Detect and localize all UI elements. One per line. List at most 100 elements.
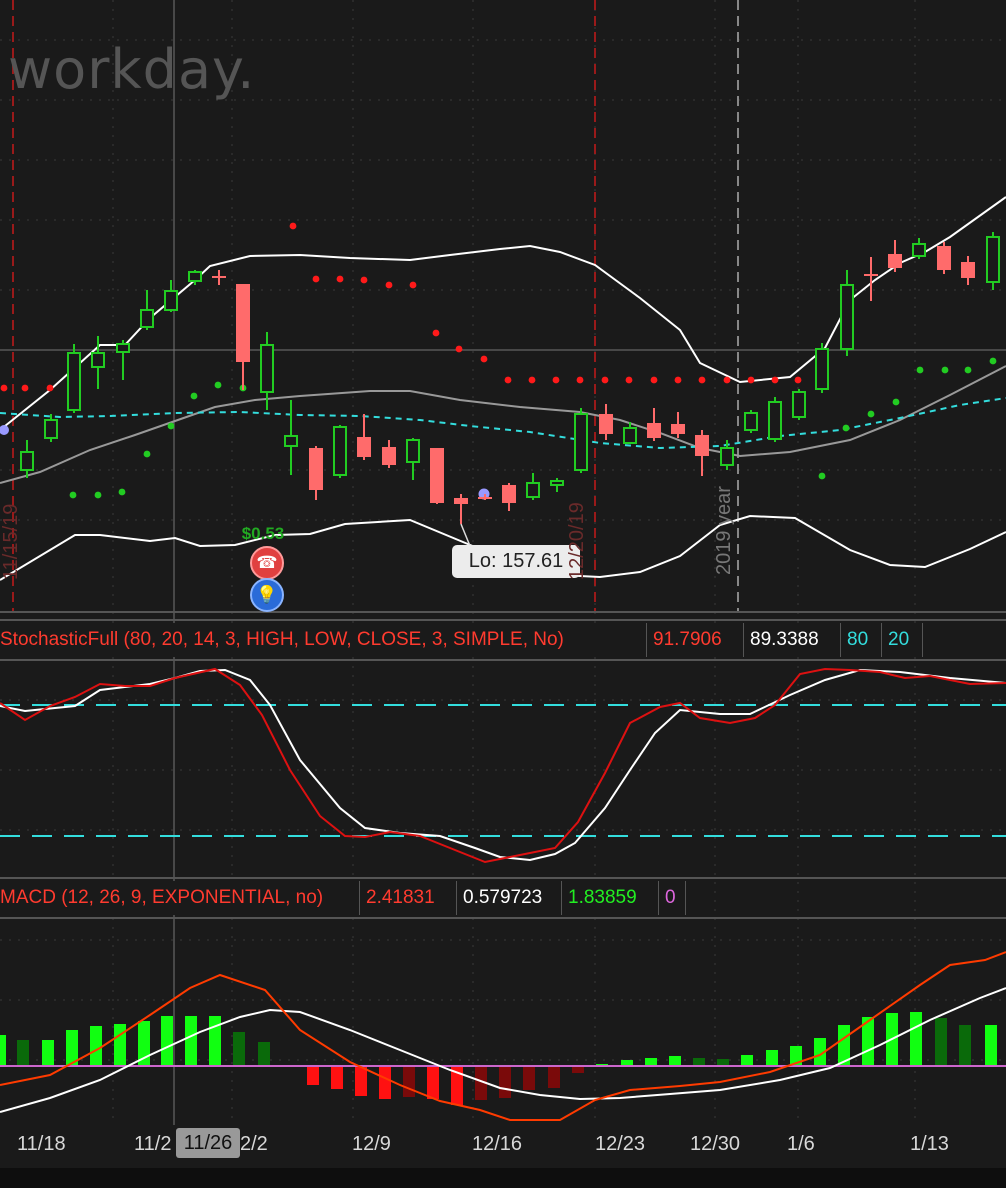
x-label-8: 1/6 (787, 1133, 815, 1155)
sar-dot-red (0, 384, 8, 392)
sar-dot-green (190, 392, 198, 400)
macd-histogram-bar-positive (258, 1042, 270, 1066)
year-divider-label: 2019 year (713, 486, 735, 575)
candle-body-up (20, 451, 34, 471)
macd-histogram-bar-negative (548, 1066, 560, 1088)
x-label-2: 11/2 (134, 1133, 172, 1155)
sar-dot-green (167, 422, 175, 430)
stochastic-study-name[interactable]: StochasticFull (80, 20, 14, 3, HIGH, LOW… (0, 623, 647, 657)
macd-histogram-bar-positive (17, 1040, 29, 1066)
stochastic-header[interactable]: StochasticFull (80, 20, 14, 3, HIGH, LOW… (0, 623, 923, 657)
sar-dot-green (867, 410, 875, 418)
macd-histogram-bar-positive (90, 1026, 102, 1066)
candle-body-up (333, 426, 347, 476)
candle-body-up (116, 343, 130, 353)
macd-histogram-bar-negative (572, 1066, 584, 1073)
macd-histogram-bar-negative (427, 1066, 439, 1099)
macd-header[interactable]: MACD (12, 26, 9, EXPONENTIAL, no) 2.4183… (0, 881, 686, 915)
chart-canvas[interactable] (0, 0, 1006, 1188)
macd-study-name[interactable]: MACD (12, 26, 9, EXPONENTIAL, no) (0, 881, 360, 915)
sar-dot-green (94, 491, 102, 499)
sar-dot-red (625, 376, 633, 384)
macd-histogram-bar-positive (42, 1040, 54, 1066)
candle-body-up (284, 435, 298, 447)
macd-histogram-bar-positive (114, 1024, 126, 1066)
bottom-strip (0, 1168, 1006, 1188)
macd-histogram-bar-negative (307, 1066, 319, 1085)
lightbulb-icon[interactable]: 💡 (250, 578, 284, 612)
macd-histogram-bar-positive (645, 1058, 657, 1066)
sar-dot-red (723, 376, 731, 384)
sar-dot-green (916, 366, 924, 374)
sar-dot-red (360, 276, 368, 284)
sar-dot-green (842, 424, 850, 432)
sar-dot-red (21, 384, 29, 392)
sar-dot-green (989, 357, 997, 365)
macd-histogram-bar-positive (0, 1035, 6, 1066)
sar-dot-red (409, 281, 417, 289)
macd-histogram-bar-positive (185, 1016, 197, 1066)
stochastic-value-oversold: 20 (882, 623, 923, 657)
candle-body-down (430, 448, 444, 503)
candle-body-up (720, 447, 734, 466)
candle-body-up (744, 412, 758, 431)
candle-body-up (164, 290, 178, 311)
macd-histogram-bar-positive (717, 1059, 729, 1066)
candle-body-up (260, 344, 274, 393)
candle-body-up (986, 236, 1000, 283)
sar-dot-green (892, 398, 900, 406)
candle-body-down (961, 262, 975, 278)
candle-body-up (840, 284, 854, 350)
candle-body-up (815, 348, 829, 390)
x-label-3: 2/2 (240, 1133, 268, 1155)
phone-icon[interactable]: ☎ (250, 546, 284, 580)
macd-zero: 0 (659, 881, 686, 915)
x-label-6: 12/23 (595, 1133, 646, 1155)
sar-dot-red (385, 281, 393, 289)
macd-histogram-bar-positive (910, 1012, 922, 1066)
sar-dot-red (650, 376, 658, 384)
macd-histogram-bar-negative (403, 1066, 415, 1097)
macd-histogram-bar-positive (233, 1032, 245, 1066)
macd-diff: 1.83859 (562, 881, 659, 915)
candle-body-up (550, 480, 564, 486)
stochastic-value-overbought: 80 (841, 623, 882, 657)
watermark-logo: workday. (8, 38, 256, 101)
macd-histogram-bar-negative (523, 1066, 535, 1090)
expiry-label-right: 12/20/19 (566, 502, 588, 580)
candle-body-down (888, 254, 902, 268)
candle-body-up (768, 401, 782, 440)
macd-histogram-bar-positive (741, 1055, 753, 1066)
sar-dot-red (576, 376, 584, 384)
earnings-label: $0.53 (241, 524, 285, 543)
x-label-1: 11/18 (17, 1133, 66, 1155)
x-label-5: 12/16 (472, 1133, 523, 1155)
expiry-label-left: 11/15/19 (0, 503, 22, 580)
macd-histogram-bar-negative (499, 1066, 511, 1098)
candle-body-up (912, 243, 926, 257)
candle-body-down (864, 274, 878, 276)
candle-body-down (647, 423, 661, 438)
macd-avg: 0.579723 (457, 881, 562, 915)
candle-body-up (792, 391, 806, 418)
candle-body-up (574, 413, 588, 471)
sar-dot-red (698, 376, 706, 384)
macd-histogram-bar-positive (766, 1050, 778, 1066)
candle-body-up (91, 352, 105, 368)
sar-dot-red (289, 222, 297, 230)
macd-histogram-bar-positive (959, 1025, 971, 1066)
stochastic-value-k: 91.7906 (647, 623, 744, 657)
candle-body-up (526, 482, 540, 498)
sar-dot-green (118, 488, 126, 496)
candle-body-down (212, 276, 226, 278)
x-label-9: 1/13 (910, 1133, 949, 1155)
candle-body-down (502, 485, 516, 503)
candle-body-up (44, 419, 58, 439)
candle-body-down (599, 414, 613, 434)
low-price-tooltip: Lo: 157.61 (452, 545, 580, 578)
sar-dot-red (528, 376, 536, 384)
sar-dot-red (455, 345, 463, 353)
sar-dot-red (504, 376, 512, 384)
candle-body-down (478, 497, 492, 499)
sar-dot-red (46, 384, 54, 392)
